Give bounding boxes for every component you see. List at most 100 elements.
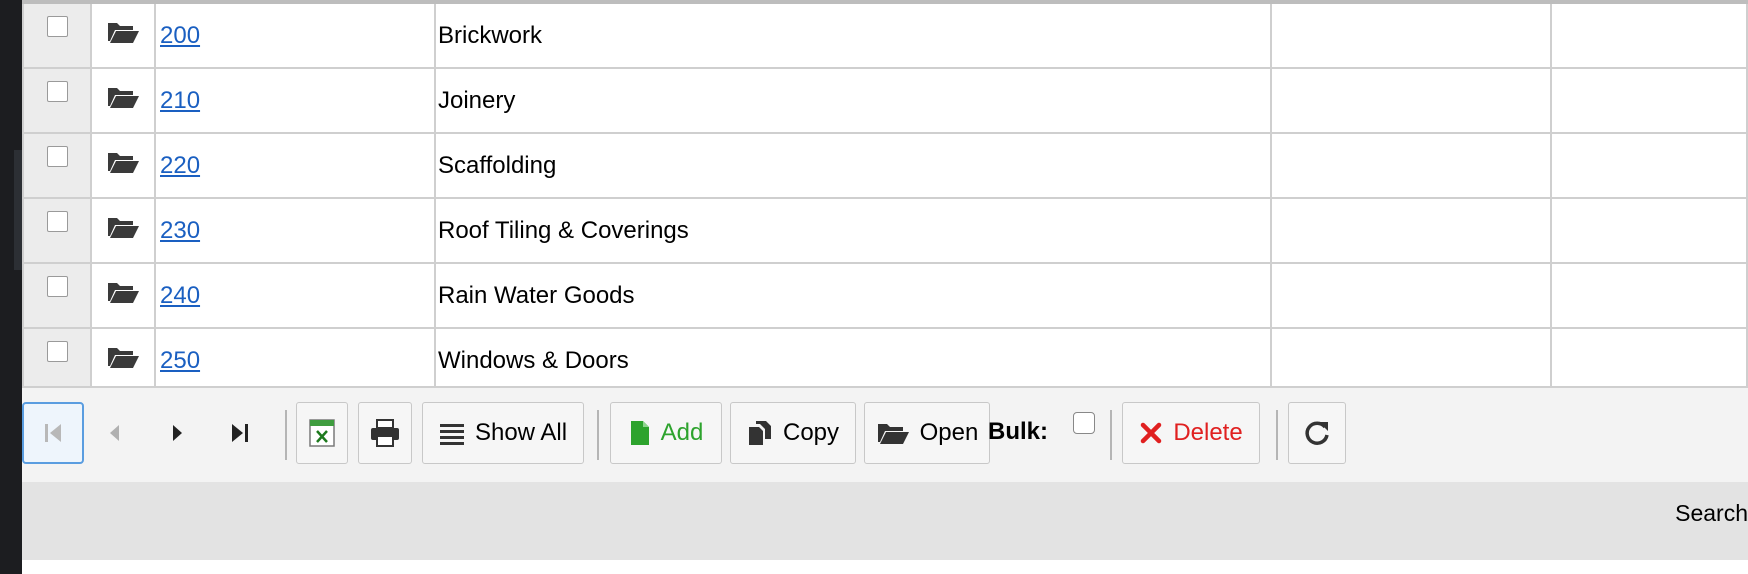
table-row[interactable]: 220 Scaffolding (22, 132, 1748, 199)
row-checkbox[interactable] (46, 145, 68, 167)
row-checkbox[interactable] (46, 340, 68, 362)
row-checkbox[interactable] (46, 80, 68, 102)
excel-icon (309, 419, 335, 447)
row-icon-cell (90, 262, 156, 329)
row-description-cell: Brickwork (434, 0, 1272, 69)
row-checkbox[interactable] (46, 210, 68, 232)
prev-page-button[interactable] (88, 402, 140, 464)
row-description: Scaffolding (438, 151, 557, 179)
copy-label: Copy (782, 419, 840, 446)
row-empty-cell (1550, 327, 1748, 394)
prev-page-icon (110, 425, 119, 441)
row-empty-cell (1550, 0, 1748, 69)
row-code-link[interactable]: 210 (156, 87, 200, 114)
toolbar-separator (1276, 410, 1278, 460)
row-code-link[interactable]: 230 (156, 217, 200, 244)
refresh-button[interactable] (1288, 402, 1346, 464)
row-select-cell (22, 132, 92, 199)
table-row[interactable]: 230 Roof Tiling & Coverings (22, 197, 1748, 264)
row-description-cell: Roof Tiling & Coverings (434, 197, 1272, 264)
row-description-cell: Windows & Doors (434, 327, 1272, 394)
row-empty-cell (1270, 0, 1552, 69)
new-document-icon (630, 421, 649, 445)
row-code-cell: 250 (154, 327, 436, 394)
folder-open-icon[interactable] (106, 344, 140, 370)
show-all-button[interactable]: Show All (422, 402, 584, 464)
row-empty-cell (1550, 132, 1748, 199)
folder-open-icon[interactable] (106, 19, 140, 45)
folder-open-icon[interactable] (106, 84, 140, 110)
bulk-label: Bulk: (988, 418, 1048, 445)
row-code-cell: 240 (154, 262, 436, 329)
add-label: Add (660, 419, 704, 446)
export-excel-button[interactable] (296, 402, 348, 464)
row-select-cell (22, 197, 92, 264)
table-row[interactable]: 250 Windows & Doors (22, 327, 1748, 394)
bottom-area (22, 560, 1748, 574)
table-row[interactable]: 210 Joinery (22, 67, 1748, 134)
row-code-cell: 210 (154, 67, 436, 134)
last-page-button[interactable] (214, 402, 266, 464)
search-bar: Search (22, 482, 1748, 560)
table-row[interactable]: 240 Rain Water Goods (22, 262, 1748, 329)
toolbar-separator (1110, 410, 1112, 460)
folder-open-icon[interactable] (106, 279, 140, 305)
row-description: Roof Tiling & Coverings (438, 216, 689, 244)
row-empty-cell (1270, 132, 1552, 199)
row-checkbox[interactable] (46, 275, 68, 297)
row-code-cell: 220 (154, 132, 436, 199)
list-icon (439, 424, 464, 445)
copy-button[interactable]: Copy (730, 402, 856, 464)
delete-icon (1141, 422, 1162, 444)
row-code-link[interactable]: 200 (156, 22, 200, 49)
last-page-icon (232, 424, 248, 442)
first-page-button[interactable] (22, 402, 84, 464)
row-empty-cell (1270, 262, 1552, 329)
row-description-cell: Scaffolding (434, 132, 1272, 199)
open-label: Open (919, 419, 979, 446)
row-select-cell (22, 0, 92, 69)
row-icon-cell (90, 0, 156, 69)
first-page-icon (45, 424, 61, 442)
row-code-cell: 230 (154, 197, 436, 264)
row-description: Rain Water Goods (438, 281, 635, 309)
folder-open-icon[interactable] (106, 149, 140, 175)
row-description-cell: Rain Water Goods (434, 262, 1272, 329)
delete-button[interactable]: Delete (1122, 402, 1260, 464)
row-icon-cell (90, 67, 156, 134)
row-code-cell: 200 (154, 0, 436, 69)
folder-open-icon (877, 424, 909, 444)
row-empty-cell (1550, 262, 1748, 329)
table-row[interactable]: 200 Brickwork (22, 0, 1748, 69)
row-icon-cell (90, 327, 156, 394)
search-label: Search (1675, 500, 1748, 526)
bulk-checkbox[interactable] (1073, 412, 1095, 434)
row-empty-cell (1550, 67, 1748, 134)
row-code-link[interactable]: 220 (156, 152, 200, 179)
row-code-link[interactable]: 240 (156, 282, 200, 309)
copy-icon (748, 421, 771, 445)
delete-label: Delete (1173, 419, 1243, 446)
row-code-link[interactable]: 250 (156, 347, 200, 374)
row-empty-cell (1550, 197, 1748, 264)
folder-open-icon[interactable] (106, 214, 140, 240)
data-grid: 200 Brickwork 210 Joinery 220 Scaffoldin… (22, 0, 1748, 394)
open-button[interactable]: Open (864, 402, 990, 464)
row-description-cell: Joinery (434, 67, 1272, 134)
row-checkbox[interactable] (46, 15, 68, 37)
row-empty-cell (1270, 327, 1552, 394)
next-page-icon (173, 425, 182, 441)
print-button[interactable] (358, 402, 412, 464)
row-description: Brickwork (438, 21, 543, 49)
next-page-button[interactable] (152, 402, 204, 464)
row-select-cell (22, 67, 92, 134)
show-all-label: Show All (474, 419, 568, 446)
row-description: Joinery (438, 86, 516, 114)
window-edge-accent (14, 150, 22, 270)
window-edge (0, 0, 22, 574)
add-button[interactable]: Add (610, 402, 722, 464)
toolbar-separator (285, 410, 287, 460)
printer-icon (371, 419, 399, 447)
row-icon-cell (90, 132, 156, 199)
toolbar-separator (597, 410, 599, 460)
